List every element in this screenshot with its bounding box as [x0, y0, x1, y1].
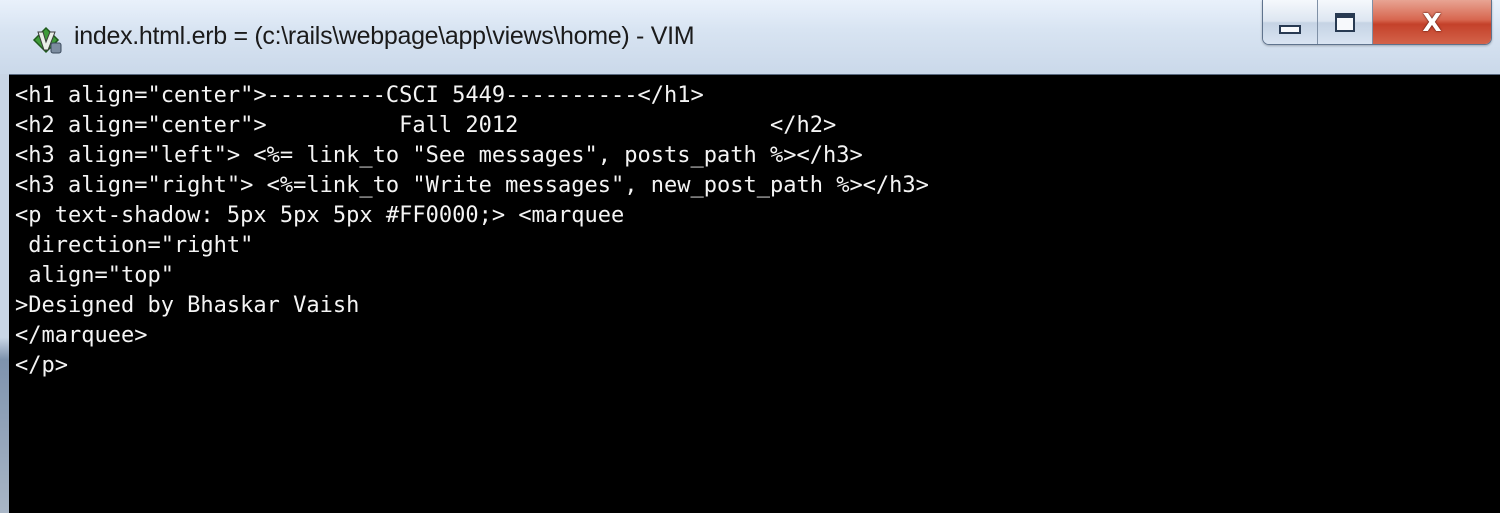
maximize-button[interactable]	[1318, 0, 1373, 44]
minimize-button[interactable]	[1263, 0, 1318, 44]
code-line: </marquee>	[15, 323, 148, 348]
code-line: <h1 align="center">---------CSCI 5449---…	[15, 83, 704, 108]
code-line: <h3 align="left"> <%= link_to "See messa…	[15, 143, 863, 168]
window-border	[0, 74, 9, 513]
window-title: index.html.erb = (c:\rails\webpage\app\v…	[74, 22, 695, 50]
close-button[interactable]: X	[1373, 0, 1491, 44]
vim-icon[interactable]	[30, 24, 62, 56]
title-bar[interactable]: index.html.erb = (c:\rails\webpage\app\v…	[0, 0, 1500, 74]
code-line: align="top"	[15, 263, 174, 288]
close-icon: X	[1422, 7, 1442, 37]
vim-window: index.html.erb = (c:\rails\webpage\app\v…	[0, 0, 1500, 513]
code-line: >Designed by Bhaskar Vaish	[15, 293, 360, 318]
minimize-icon	[1279, 24, 1301, 34]
code-lines: <h1 align="center">---------CSCI 5449---…	[15, 81, 929, 381]
caption-buttons: X	[1262, 0, 1492, 45]
code-line: </p>	[15, 353, 68, 378]
code-line: <h3 align="right"> <%=link_to "Write mes…	[15, 173, 929, 198]
maximize-icon	[1335, 12, 1355, 32]
code-line: <p text-shadow: 5px 5px 5px #FF0000;> <m…	[15, 203, 625, 228]
code-line: <h2 align="center"> Fall 2012 </h2>	[15, 113, 837, 138]
code-line: direction="right"	[15, 233, 254, 258]
editor-text-area[interactable]: <h1 align="center">---------CSCI 5449---…	[9, 74, 1500, 513]
